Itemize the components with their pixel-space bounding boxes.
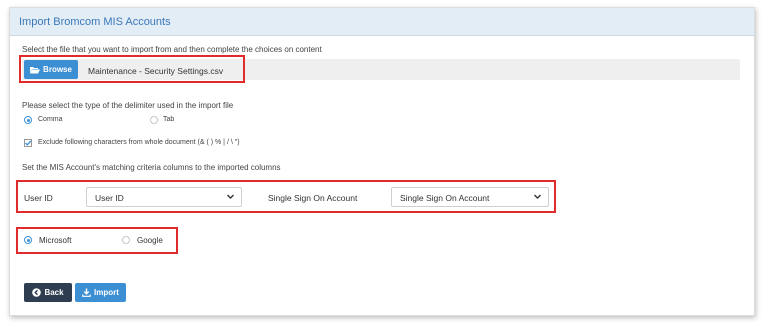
exclude-checkbox[interactable]: [24, 139, 32, 147]
highlight-provider: [16, 227, 178, 254]
radio-comma-label: Comma: [38, 116, 63, 123]
exclude-label: Exclude following characters from whole …: [38, 139, 240, 146]
file-instruction: Select the file that you want to import …: [22, 45, 322, 54]
highlight-browse: [19, 55, 245, 83]
back-label: Back: [44, 288, 64, 297]
dialog-title: Import Bromcom MIS Accounts: [19, 16, 171, 28]
download-icon: [82, 288, 91, 297]
radio-comma[interactable]: [24, 116, 32, 124]
import-label: Import: [94, 288, 119, 297]
dialog-header: Import Bromcom MIS Accounts: [10, 8, 754, 36]
highlight-matching: [16, 180, 556, 213]
radio-tab[interactable]: [150, 116, 158, 124]
import-button[interactable]: Import: [75, 283, 126, 302]
delimiter-prompt: Please select the type of the delimiter …: [22, 101, 234, 110]
radio-tab-label: Tab: [163, 116, 175, 123]
matching-prompt: Set the MIS Account's matching criteria …: [22, 163, 281, 172]
arrow-left-circle-icon: [32, 288, 42, 297]
check-icon: [25, 140, 32, 146]
back-button[interactable]: Back: [24, 283, 72, 302]
